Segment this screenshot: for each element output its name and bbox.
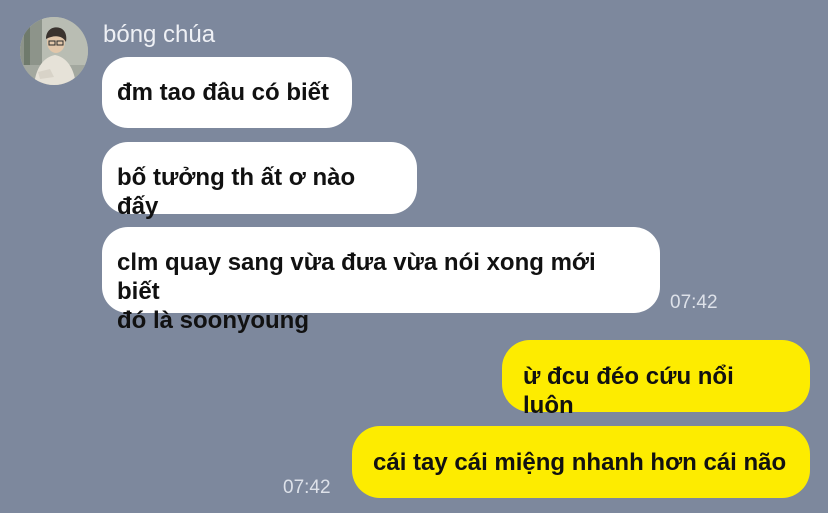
incoming-message[interactable]: clm quay sang vừa đưa vừa nói xong mới b… bbox=[102, 227, 660, 334]
sender-name: bóng chúa bbox=[103, 21, 216, 48]
incoming-message[interactable]: bố tưởng th ất ơ nào đấy bbox=[102, 142, 417, 220]
outgoing-message[interactable]: ừ đcu đéo cứu nổi luôn bbox=[502, 340, 810, 419]
avatar-photo-icon bbox=[20, 17, 88, 85]
incoming-message[interactable]: đm tao đâu có biết bbox=[102, 57, 352, 128]
incoming-timestamp: 07:42 bbox=[670, 292, 718, 313]
sender-avatar[interactable] bbox=[20, 17, 88, 85]
outgoing-message[interactable]: cái tay cái miệng nhanh hơn cái não bbox=[352, 426, 810, 498]
outgoing-timestamp: 07:42 bbox=[283, 477, 331, 498]
